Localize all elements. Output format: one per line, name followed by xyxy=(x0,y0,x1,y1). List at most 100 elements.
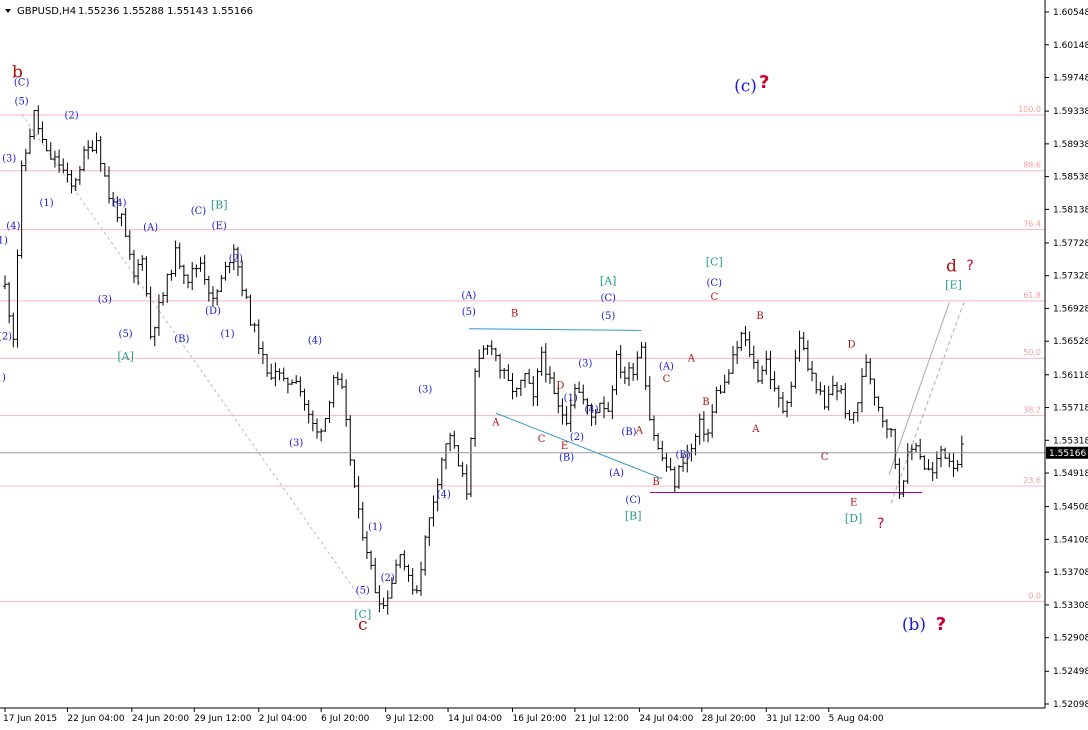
ohlc-bar xyxy=(751,345,756,369)
ohlc-bar xyxy=(498,353,503,379)
ohlc-bar xyxy=(768,350,773,390)
ohlc-bar xyxy=(215,289,220,306)
price-tick-label: 1.53708 xyxy=(1053,568,1088,578)
ohlc-bar xyxy=(581,384,586,405)
ohlc-bar xyxy=(90,140,95,153)
ohlc-bar xyxy=(785,400,790,418)
ohlc-bar xyxy=(543,343,548,383)
time-tick-label: 22 Jun 04:00 xyxy=(67,714,124,724)
ohlc-bar xyxy=(481,345,486,360)
wave-label: (5) xyxy=(356,585,370,596)
ohlc-bar xyxy=(830,375,835,396)
ohlc-bar xyxy=(127,230,132,260)
ohlc-bar xyxy=(44,138,49,152)
ohlc-bar xyxy=(398,554,403,569)
ohlc-bar xyxy=(959,435,964,468)
ohlc-bar xyxy=(797,330,802,362)
ohlc-bar xyxy=(639,341,644,359)
ohlc-bar xyxy=(718,384,723,395)
ohlc-bar xyxy=(622,366,627,385)
price-axis: 1.60548 1.60148 1.59748 1.59338 1.58938 1.585… xyxy=(1045,8,1088,710)
price-tick-label: 1.59338 xyxy=(1053,107,1088,117)
ohlc-bar xyxy=(211,286,215,307)
wave-label: (5) xyxy=(462,307,476,318)
ohlc-bar xyxy=(739,331,744,351)
ohlc-bar xyxy=(822,385,827,410)
ohlc-bar xyxy=(364,531,369,560)
wave-label: B xyxy=(756,311,763,322)
ohlc-bar xyxy=(119,213,124,227)
wave-label: [C] xyxy=(706,256,723,269)
ohlc-bar xyxy=(173,240,178,277)
ohlc-bar xyxy=(19,160,24,259)
price-tick-label: 1.52908 xyxy=(1053,634,1088,644)
wave-label: (C) xyxy=(600,293,616,304)
wave-label: (C) xyxy=(14,78,30,89)
ohlc-bar xyxy=(181,264,186,285)
wave-label: (1) xyxy=(368,522,382,533)
ohlc-bar xyxy=(835,381,839,401)
ohlc-bar xyxy=(169,269,174,281)
question-mark: ? xyxy=(936,614,946,635)
ohlc-bar xyxy=(414,585,419,594)
wave-label: (B) xyxy=(676,450,691,461)
price-chart[interactable]: 100.0 88.6 76.4 61.8 50.0 38.2 23.6 0.0 1.55166… xyxy=(0,0,1088,726)
ohlc-bar xyxy=(281,367,286,382)
wave-label: (A) xyxy=(461,290,476,301)
ohlc-bar xyxy=(747,331,752,358)
wave-label: (C) xyxy=(191,206,207,217)
wave-label: (1) xyxy=(0,372,6,383)
ohlc-bar xyxy=(206,275,211,302)
fib-level-label: 76.4 xyxy=(1023,220,1041,229)
ohlc-bar xyxy=(868,358,873,385)
ohlc-bar xyxy=(410,568,415,595)
upper-trendline xyxy=(468,328,642,331)
ohlc-bar xyxy=(273,362,278,387)
ohlc-bar xyxy=(144,256,149,297)
wave-label: (4) xyxy=(308,336,322,347)
ohlc-bar xyxy=(618,344,623,379)
price-tick-label: 1.57328 xyxy=(1053,272,1088,282)
time-tick-label: 28 Jul 20:00 xyxy=(702,714,756,724)
time-tick-label: 6 Jul 20:00 xyxy=(321,714,370,724)
ohlc-bar xyxy=(290,379,295,385)
ohlc-bar xyxy=(805,340,810,372)
collapse-triangle-icon[interactable] xyxy=(5,9,11,13)
price-tick-label: 1.56528 xyxy=(1053,337,1088,347)
ohlc-bar xyxy=(947,452,952,468)
ohlc-bar xyxy=(302,388,307,411)
ohlc-bar xyxy=(577,381,582,393)
ohlc-bar xyxy=(194,264,199,278)
price-bars: 1.55166 xyxy=(0,105,1088,615)
ohlc-bar xyxy=(527,368,532,384)
ohlc-bar xyxy=(951,453,956,478)
wave-label: (3) xyxy=(418,385,432,396)
price-tick-label: 1.60148 xyxy=(1053,41,1088,51)
price-tick-label: 1.54108 xyxy=(1053,535,1088,545)
ohlc-bar xyxy=(889,428,894,438)
ohlc-bar xyxy=(443,443,448,470)
ohlc-bar xyxy=(36,105,41,135)
ohlc-bar xyxy=(161,291,166,306)
wave-label: C xyxy=(821,452,829,463)
wave-label: [B] xyxy=(625,510,642,523)
ohlc-bar xyxy=(939,445,943,468)
wave-label: (2) xyxy=(0,331,12,342)
ohlc-bar xyxy=(914,442,919,453)
symbol-label: GBPUSD,H4 xyxy=(17,6,76,17)
ohlc-bar xyxy=(726,369,731,385)
price-tick-label: 1.55318 xyxy=(1053,436,1088,446)
ohlc-bar xyxy=(406,564,411,582)
ohlc-bar xyxy=(905,443,910,484)
ohlc-bar xyxy=(294,375,299,384)
ohlc-readout: 1.55236 1.55288 1.55143 1.55166 xyxy=(78,6,253,17)
ohlc-bar xyxy=(385,590,390,615)
ohlc-bar xyxy=(855,402,860,422)
wave-label: C xyxy=(663,374,671,385)
price-tick-label: 1.56928 xyxy=(1053,304,1088,314)
wave-label: (B) xyxy=(174,334,189,345)
wave-label: A xyxy=(751,424,760,435)
ohlc-bar xyxy=(77,166,82,185)
ohlc-bar xyxy=(448,432,453,452)
ohlc-bar xyxy=(277,368,282,381)
